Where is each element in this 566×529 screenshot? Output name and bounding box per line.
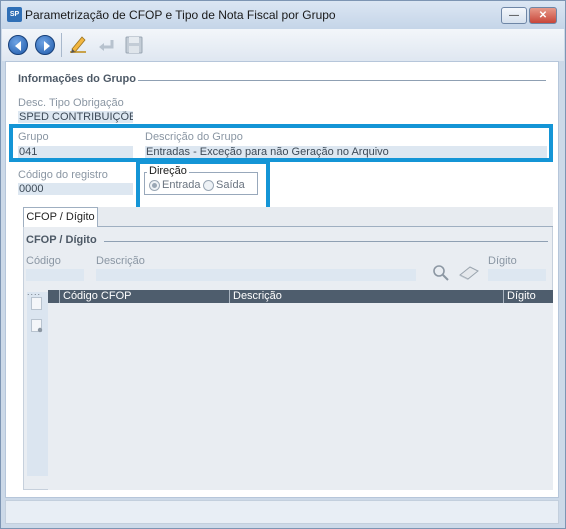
undo-button[interactable] xyxy=(94,33,118,57)
tipo-obrigacao-field[interactable]: SPED CONTRIBUIÇÕES xyxy=(18,111,133,123)
back-arrow-icon xyxy=(8,35,28,55)
toolbar-separator xyxy=(61,33,62,57)
grid-header-digito[interactable]: Dígito xyxy=(504,290,553,303)
edit-button[interactable] xyxy=(66,33,90,57)
highlight-box-direcao xyxy=(136,160,270,211)
toolbar xyxy=(2,29,564,61)
cfop-section-divider xyxy=(104,241,548,242)
new-row-icon[interactable] xyxy=(31,297,42,310)
tab-cfop-digito[interactable]: CFOP / Dígito xyxy=(23,207,98,228)
highlight-box-grupo xyxy=(9,124,553,162)
grid-header: Código CFOP Descrição Dígito xyxy=(48,290,553,303)
codigo-filter-label: Código xyxy=(26,255,61,267)
delete-row-icon[interactable] xyxy=(31,319,43,333)
main-window: SP Parametrização de CFOP e Tipo de Nota… xyxy=(0,0,566,529)
title-bar: SP Parametrização de CFOP e Tipo de Nota… xyxy=(1,1,565,29)
codigo-filter-input[interactable] xyxy=(26,269,84,281)
status-bar xyxy=(5,500,559,524)
group-info-section-title: Informações do Grupo xyxy=(18,73,136,85)
close-button[interactable]: ✕ xyxy=(529,7,557,24)
search-button[interactable] xyxy=(432,264,450,282)
tipo-obrigacao-label: Desc. Tipo Obrigação xyxy=(18,97,124,109)
save-button[interactable] xyxy=(122,33,146,57)
cfop-section-title: CFOP / Dígito xyxy=(26,234,97,246)
drag-handle[interactable]: .... xyxy=(27,287,41,297)
section-divider xyxy=(138,80,546,81)
grid-row-selector-header xyxy=(48,290,60,303)
edit-pencil-icon xyxy=(70,36,86,53)
forward-arrow-icon xyxy=(35,35,55,55)
grid-body[interactable] xyxy=(48,303,553,490)
undo-icon xyxy=(99,40,114,51)
window-title: Parametrização de CFOP e Tipo de Nota Fi… xyxy=(25,8,336,22)
codigo-registro-field[interactable]: 0000 xyxy=(18,183,133,195)
clear-button[interactable] xyxy=(457,265,481,281)
codigo-registro-label: Código do registro xyxy=(18,169,108,181)
form-area: Informações do Grupo Desc. Tipo Obrigaçã… xyxy=(5,61,559,498)
search-icon xyxy=(433,265,449,281)
digito-filter-input[interactable] xyxy=(488,269,546,281)
forward-button[interactable] xyxy=(33,33,57,57)
tab-strip: CFOP / Dígito xyxy=(23,207,553,228)
eraser-icon xyxy=(459,266,479,280)
app-logo-icon: SP xyxy=(7,7,22,22)
save-disk-icon xyxy=(125,36,143,54)
back-button[interactable] xyxy=(6,33,30,57)
grid-header-descricao[interactable]: Descrição xyxy=(230,290,504,303)
grid-header-codigo-cfop[interactable]: Código CFOP xyxy=(60,290,230,303)
descricao-filter-input[interactable] xyxy=(96,269,416,281)
minimize-button[interactable]: — xyxy=(501,7,527,24)
digito-filter-label: Dígito xyxy=(488,255,517,267)
descricao-filter-label: Descrição xyxy=(96,255,145,267)
